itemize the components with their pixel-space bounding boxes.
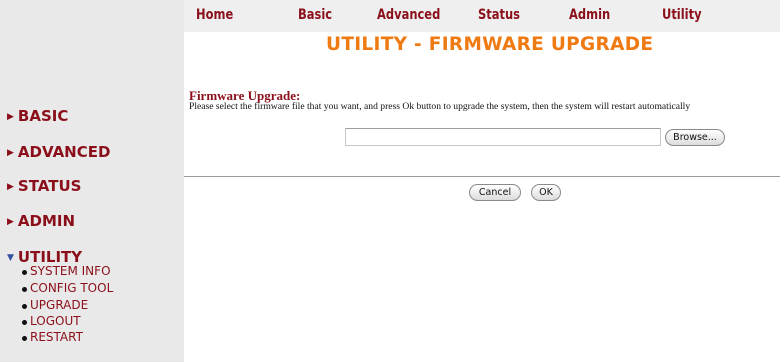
- section-divider: [184, 176, 780, 177]
- nav-admin[interactable]: Admin: [569, 7, 610, 23]
- page-title: UTILITY - FIRMWARE UPGRADE: [326, 34, 654, 55]
- bullet-icon: [22, 270, 27, 275]
- triangle-right-icon: ▶: [7, 148, 14, 158]
- sidebar-subitem-label: RESTART: [30, 330, 83, 344]
- browse-button[interactable]: Browse...: [665, 129, 725, 146]
- triangle-right-icon: ▶: [7, 182, 14, 192]
- triangle-down-icon: ▼: [7, 253, 14, 263]
- nav-home[interactable]: Home: [196, 7, 233, 23]
- sidebar-item-status[interactable]: ▶ STATUS: [7, 177, 81, 195]
- sidebar-item-label: ADMIN: [17, 212, 76, 230]
- sidebar-subitem-system-info[interactable]: SYSTEM INFO: [22, 264, 111, 278]
- bullet-icon: [22, 287, 27, 292]
- sidebar-subitem-config-tool[interactable]: CONFIG TOOL: [22, 281, 114, 295]
- firmware-file-input[interactable]: [345, 128, 661, 146]
- sidebar-item-advanced[interactable]: ▶ ADVANCED: [7, 143, 110, 161]
- sidebar-subitem-logout[interactable]: LOGOUT: [22, 314, 81, 328]
- bullet-icon: [22, 320, 27, 325]
- triangle-right-icon: ▶: [7, 112, 14, 122]
- sidebar-subitem-upgrade[interactable]: UPGRADE: [22, 298, 89, 312]
- sidebar-subitem-label: UPGRADE: [30, 298, 89, 312]
- sidebar-subitem-restart[interactable]: RESTART: [22, 330, 83, 344]
- triangle-right-icon: ▶: [7, 217, 14, 227]
- bullet-icon: [22, 336, 27, 341]
- sidebar-subitem-label: SYSTEM INFO: [30, 264, 111, 278]
- sidebar-item-basic[interactable]: ▶ BASIC: [7, 107, 68, 125]
- sidebar-item-label: ADVANCED: [17, 143, 111, 161]
- ok-button[interactable]: OK: [531, 184, 561, 201]
- nav-utility[interactable]: Utility: [662, 7, 702, 23]
- nav-basic[interactable]: Basic: [298, 7, 332, 23]
- sidebar-subitem-label: LOGOUT: [30, 314, 81, 328]
- cancel-button[interactable]: Cancel: [469, 184, 521, 201]
- sidebar-item-label: STATUS: [17, 177, 82, 195]
- nav-advanced[interactable]: Advanced: [377, 7, 440, 23]
- bullet-icon: [22, 304, 27, 309]
- sidebar-item-admin[interactable]: ▶ ADMIN: [7, 212, 75, 230]
- sidebar-item-label: BASIC: [17, 107, 69, 125]
- sidebar-subitem-label: CONFIG TOOL: [30, 281, 114, 295]
- nav-status[interactable]: Status: [478, 7, 520, 23]
- firmware-upgrade-description: Please select the firmware file that you…: [189, 101, 691, 112]
